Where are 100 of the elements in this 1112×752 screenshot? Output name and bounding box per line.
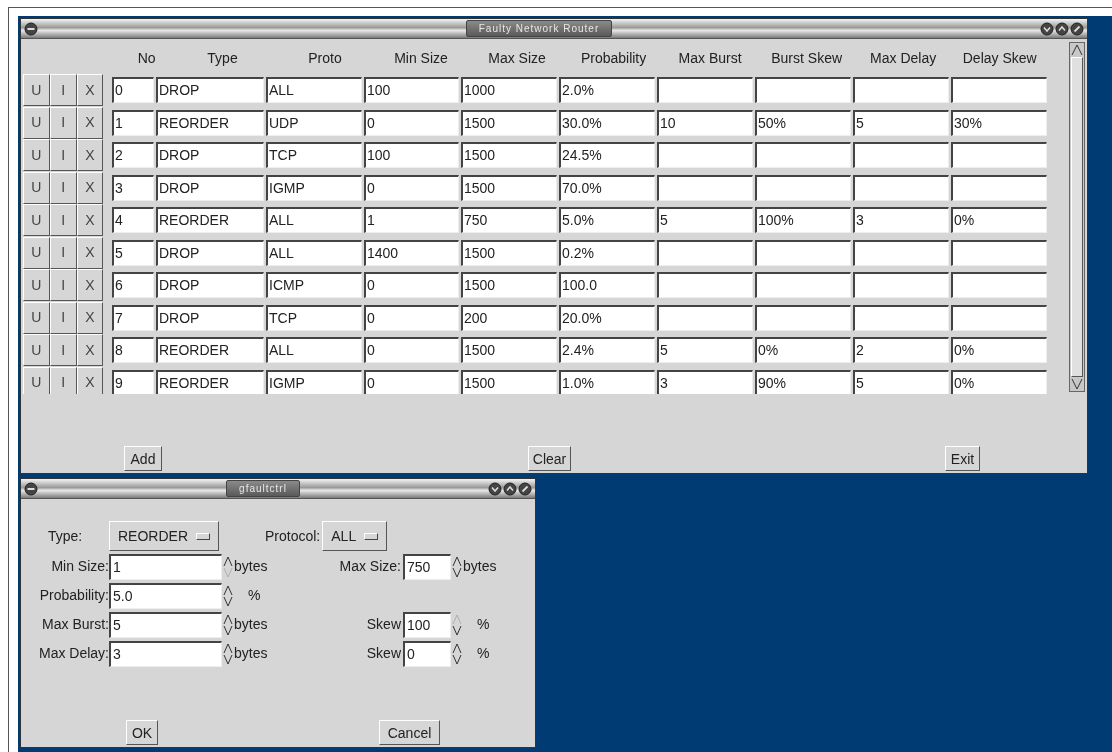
row-button[interactable]: I: [49, 171, 77, 204]
row-button[interactable]: U: [23, 334, 50, 367]
row-button[interactable]: U: [23, 301, 50, 334]
table-cell[interactable]: DROP: [156, 272, 264, 299]
row-button[interactable]: I: [49, 269, 77, 302]
table-cell[interactable]: 0%: [951, 369, 1047, 394]
table-cell[interactable]: [951, 304, 1047, 331]
table-cell[interactable]: [853, 304, 949, 331]
row-button[interactable]: X: [76, 366, 104, 394]
row-button[interactable]: I: [49, 139, 77, 172]
row-button[interactable]: X: [76, 106, 104, 139]
table-cell[interactable]: 9: [112, 369, 154, 394]
table-cell[interactable]: [657, 77, 753, 104]
table-cell[interactable]: [853, 174, 949, 201]
row-button[interactable]: U: [23, 74, 50, 107]
table-cell[interactable]: 0: [364, 109, 459, 136]
table-cell[interactable]: ICMP: [266, 272, 362, 299]
row-button[interactable]: I: [49, 366, 77, 394]
table-cell[interactable]: 2.4%: [559, 337, 655, 364]
table-cell[interactable]: DROP: [156, 142, 264, 169]
table-cell[interactable]: 50%: [755, 109, 851, 136]
chevron-down-icon[interactable]: [488, 481, 502, 496]
number-field[interactable]: 0: [403, 640, 451, 667]
row-button[interactable]: X: [76, 269, 104, 302]
table-cell[interactable]: [951, 142, 1047, 169]
table-cell[interactable]: [951, 239, 1047, 266]
table-cell[interactable]: 0.2%: [559, 239, 655, 266]
table-cell[interactable]: [755, 304, 851, 331]
table-cell[interactable]: TCP: [266, 142, 362, 169]
table-cell[interactable]: 750: [461, 207, 557, 234]
row-button[interactable]: U: [23, 236, 50, 269]
table-cell[interactable]: DROP: [156, 174, 264, 201]
table-cell[interactable]: 24.5%: [559, 142, 655, 169]
table-cell[interactable]: ALL: [266, 207, 362, 234]
table-cell[interactable]: REORDER: [156, 207, 264, 234]
row-button[interactable]: U: [23, 204, 50, 237]
table-cell[interactable]: 2: [853, 337, 949, 364]
table-cell[interactable]: 1500: [461, 109, 557, 136]
scrollbar[interactable]: [1069, 42, 1085, 392]
minus-circle-icon[interactable]: [24, 21, 38, 36]
row-button[interactable]: I: [49, 106, 77, 139]
table-cell[interactable]: [657, 142, 753, 169]
table-cell[interactable]: 1500: [461, 239, 557, 266]
push-button[interactable]: Cancel: [379, 720, 440, 745]
table-cell[interactable]: 5: [853, 369, 949, 394]
table-cell[interactable]: 1500: [461, 142, 557, 169]
table-cell[interactable]: ALL: [266, 239, 362, 266]
number-field[interactable]: 5: [109, 611, 222, 638]
table-cell[interactable]: 100.0: [559, 272, 655, 299]
table-cell[interactable]: UDP: [266, 109, 362, 136]
table-cell[interactable]: REORDER: [156, 369, 264, 394]
table-cell[interactable]: [755, 77, 851, 104]
row-button[interactable]: I: [49, 334, 77, 367]
row-button[interactable]: I: [49, 301, 77, 334]
number-field[interactable]: 100: [403, 611, 451, 638]
push-button[interactable]: OK: [126, 720, 158, 745]
table-cell[interactable]: 5: [657, 337, 753, 364]
row-button[interactable]: I: [49, 204, 77, 237]
table-cell[interactable]: 1500: [461, 369, 557, 394]
row-button[interactable]: U: [23, 106, 50, 139]
table-cell[interactable]: REORDER: [156, 337, 264, 364]
table-cell[interactable]: 0: [364, 174, 459, 201]
row-button[interactable]: X: [76, 171, 104, 204]
table-cell[interactable]: [951, 272, 1047, 299]
table-cell[interactable]: DROP: [156, 239, 264, 266]
table-cell[interactable]: 100: [364, 142, 459, 169]
chevron-down-icon[interactable]: [1040, 21, 1054, 36]
table-cell[interactable]: 4: [112, 207, 154, 234]
table-cell[interactable]: 10: [657, 109, 753, 136]
number-field[interactable]: 750: [403, 553, 451, 580]
table-cell[interactable]: 5: [853, 109, 949, 136]
row-button[interactable]: X: [76, 301, 104, 334]
number-field[interactable]: 1: [109, 553, 222, 580]
table-cell[interactable]: [853, 77, 949, 104]
table-cell[interactable]: 0%: [951, 337, 1047, 364]
table-cell[interactable]: DROP: [156, 304, 264, 331]
table-cell[interactable]: 30%: [951, 109, 1047, 136]
row-button[interactable]: X: [76, 74, 104, 107]
chevron-up-icon[interactable]: [503, 481, 517, 496]
table-cell[interactable]: 30.0%: [559, 109, 655, 136]
table-cell[interactable]: [951, 174, 1047, 201]
table-cell[interactable]: [853, 239, 949, 266]
table-cell[interactable]: 3: [112, 174, 154, 201]
table-cell[interactable]: 3: [853, 207, 949, 234]
table-cell[interactable]: 1: [364, 207, 459, 234]
table-cell[interactable]: DROP: [156, 77, 264, 104]
table-cell[interactable]: [951, 77, 1047, 104]
table-cell[interactable]: [853, 272, 949, 299]
table-cell[interactable]: 7: [112, 304, 154, 331]
table-cell[interactable]: [755, 142, 851, 169]
table-cell[interactable]: 0: [364, 272, 459, 299]
table-cell[interactable]: 0%: [755, 337, 851, 364]
table-cell[interactable]: [755, 174, 851, 201]
push-button[interactable]: Exit: [945, 446, 980, 471]
table-cell[interactable]: 70.0%: [559, 174, 655, 201]
close-icon[interactable]: [1070, 21, 1084, 36]
table-cell[interactable]: 100%: [755, 207, 851, 234]
table-cell[interactable]: 0: [364, 369, 459, 394]
table-cell[interactable]: 0: [364, 337, 459, 364]
table-cell[interactable]: 0%: [951, 207, 1047, 234]
